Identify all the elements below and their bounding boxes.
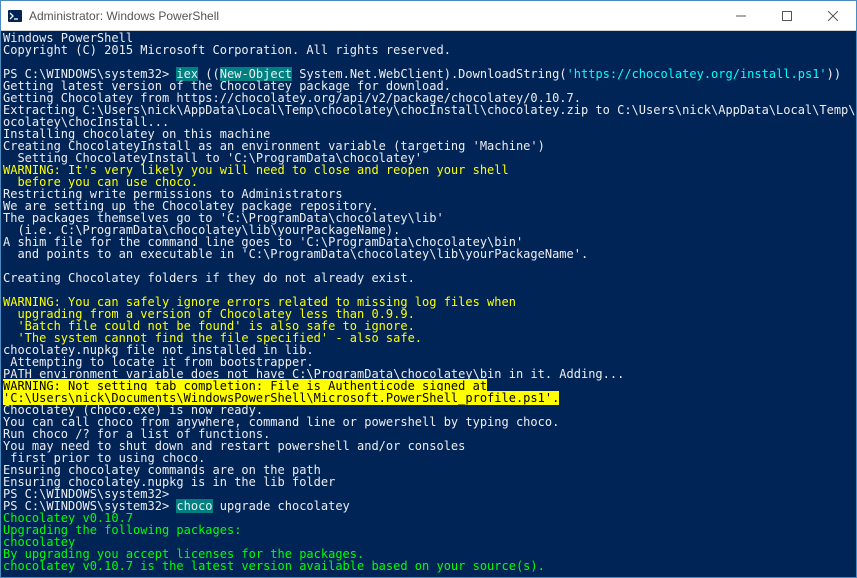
terminal-text: Creating Chocolatey folders if they do n…	[3, 271, 415, 285]
terminal-text: upgrade chocolatey	[213, 499, 350, 513]
titlebar-controls	[718, 1, 856, 30]
terminal-line: Upgrading the following packages:	[3, 524, 854, 536]
window-title: Administrator: Windows PowerShell	[29, 9, 718, 23]
terminal-line: and points to an executable in 'C:\Progr…	[3, 248, 854, 260]
minimize-button[interactable]	[718, 1, 764, 30]
powershell-icon	[7, 8, 23, 24]
terminal-text: and points to an executable in 'C:\Progr…	[3, 247, 588, 261]
terminal-text: chocolatey v0.10.7 is the latest version…	[3, 559, 545, 573]
close-button[interactable]	[810, 1, 856, 30]
terminal-text: choco	[176, 499, 212, 513]
terminal-output[interactable]: Windows PowerShellCopyright (C) 2015 Mic…	[1, 31, 856, 577]
terminal-text: 'https://chocolatey.org/install.ps1'	[567, 67, 827, 81]
powershell-window: Administrator: Windows PowerShell Window…	[0, 0, 857, 578]
terminal-text: ))	[827, 67, 841, 81]
terminal-text: Copyright (C) 2015 Microsoft Corporation…	[3, 43, 451, 57]
terminal-line: chocolatey v0.10.7 is the latest version…	[3, 560, 854, 572]
terminal-line: Copyright (C) 2015 Microsoft Corporation…	[3, 44, 854, 56]
maximize-button[interactable]	[764, 1, 810, 30]
terminal-line: Creating Chocolatey folders if they do n…	[3, 272, 854, 284]
titlebar[interactable]: Administrator: Windows PowerShell	[1, 1, 856, 31]
